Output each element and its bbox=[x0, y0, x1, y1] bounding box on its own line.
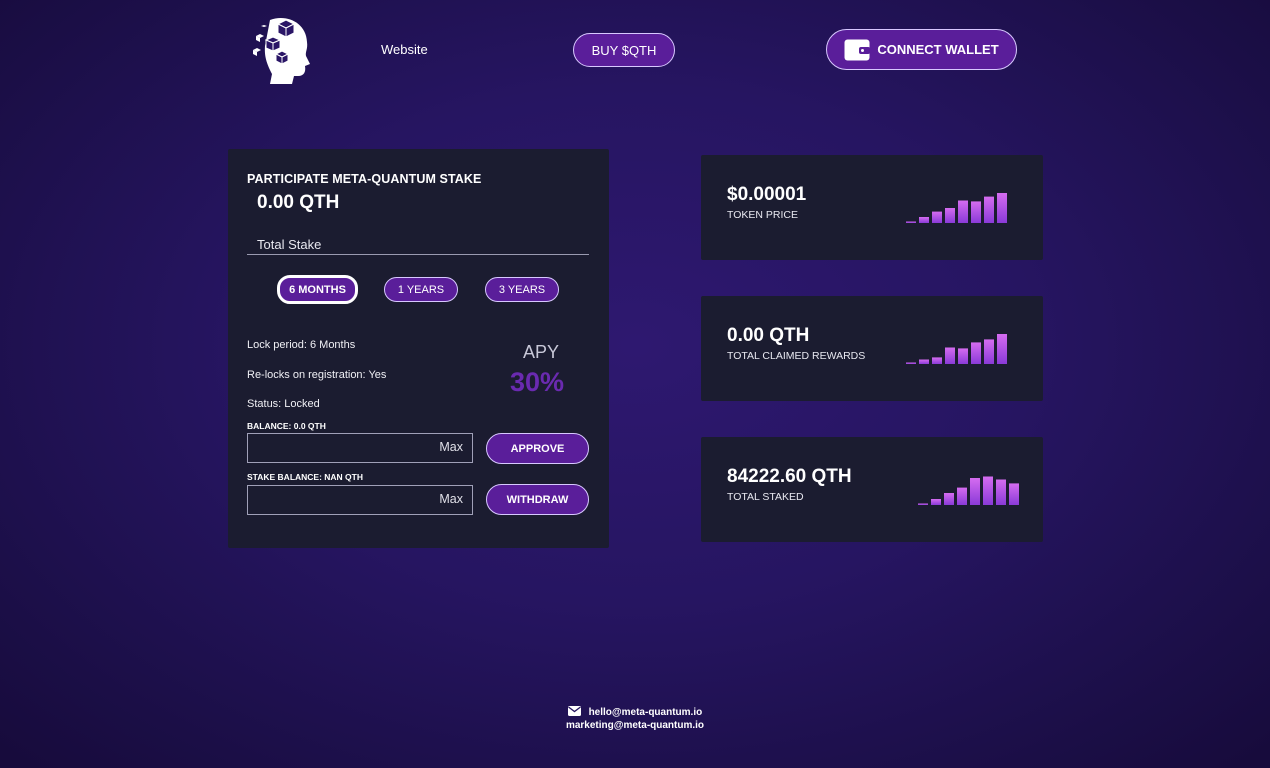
website-link[interactable]: Website bbox=[381, 42, 428, 57]
chart-bar bbox=[906, 362, 916, 364]
meta-quantum-logo[interactable] bbox=[250, 14, 312, 84]
withdraw-button[interactable]: WITHDRAW bbox=[486, 484, 589, 515]
stake-card: PARTICIPATE META-QUANTUM STAKE 0.00 QTH … bbox=[228, 149, 609, 548]
approve-button[interactable]: APPROVE bbox=[486, 433, 589, 464]
chart-bar bbox=[971, 201, 981, 223]
chart-bar bbox=[945, 347, 955, 364]
period-6-months-button[interactable]: 6 MONTHS bbox=[277, 275, 358, 304]
stake-card-title: PARTICIPATE META-QUANTUM STAKE bbox=[247, 172, 482, 186]
period-3-years-button[interactable]: 3 YEARS bbox=[485, 277, 559, 302]
total-stake-label: Total Stake bbox=[257, 237, 322, 252]
chart-bar bbox=[918, 503, 928, 505]
chart-bar bbox=[919, 217, 929, 223]
chart-bar bbox=[997, 334, 1007, 364]
bar-chart-icon bbox=[918, 476, 1019, 505]
divider bbox=[247, 254, 589, 255]
chart-bar bbox=[997, 193, 1007, 223]
mail-icon bbox=[567, 706, 581, 716]
chart-bar bbox=[970, 478, 980, 505]
token-price-label: TOKEN PRICE bbox=[727, 209, 798, 221]
email-hello-link[interactable]: hello@meta-quantum.io bbox=[589, 707, 703, 718]
lock-period-text: Lock period: 6 Months bbox=[247, 339, 356, 351]
chart-bar bbox=[958, 200, 968, 223]
chart-bar bbox=[984, 196, 994, 223]
chart-bar bbox=[931, 499, 941, 505]
max-button[interactable]: Max bbox=[439, 492, 463, 506]
chart-bar bbox=[971, 342, 981, 364]
claimed-rewards-label: TOTAL CLAIMED REWARDS bbox=[727, 350, 866, 362]
balance-label: BALANCE: 0.0 QTH bbox=[247, 421, 326, 431]
period-1-years-button[interactable]: 1 YEARS bbox=[384, 277, 458, 302]
claimed-rewards-card: 0.00 QTH TOTAL CLAIMED REWARDS bbox=[701, 296, 1043, 401]
chart-bar bbox=[983, 476, 993, 505]
wallet-icon bbox=[844, 39, 871, 60]
chart-bar bbox=[996, 479, 1006, 505]
stake-amount: 0.00 QTH bbox=[257, 192, 340, 213]
max-button[interactable]: Max bbox=[439, 440, 463, 454]
status-text: Status: Locked bbox=[247, 398, 320, 410]
chart-bar bbox=[958, 348, 968, 364]
buy-qth-button[interactable]: BUY $QTH bbox=[573, 33, 675, 67]
chart-bar bbox=[932, 211, 942, 223]
total-staked-label: TOTAL STAKED bbox=[727, 491, 804, 503]
chart-bar bbox=[944, 493, 954, 505]
bar-chart-icon bbox=[906, 193, 1007, 223]
footer-email-secondary: marketing@meta-quantum.io bbox=[0, 720, 1270, 731]
apy-value: 30% bbox=[510, 367, 565, 397]
email-marketing-link[interactable]: marketing@meta-quantum.io bbox=[566, 720, 704, 731]
connect-wallet-button[interactable]: CONNECT WALLET bbox=[826, 29, 1017, 70]
claimed-rewards-value: 0.00 QTH bbox=[727, 325, 810, 346]
chart-bar bbox=[919, 359, 929, 364]
total-staked-card: 84222.60 QTH TOTAL STAKED bbox=[701, 437, 1043, 542]
withdraw-amount-input[interactable]: Max bbox=[247, 485, 473, 515]
apy-label: APY bbox=[523, 342, 560, 362]
footer-email-primary: hello@meta-quantum.io bbox=[0, 706, 1270, 718]
token-price-value: $0.00001 bbox=[727, 184, 807, 205]
stake-balance-label: STAKE BALANCE: NAN QTH bbox=[247, 472, 364, 482]
stake-amount-input[interactable]: Max bbox=[247, 433, 473, 463]
chart-bar bbox=[957, 487, 967, 505]
connect-wallet-label: CONNECT WALLET bbox=[877, 42, 999, 57]
chart-bar bbox=[984, 339, 994, 364]
relocks-text: Re-locks on registration: Yes bbox=[247, 369, 387, 381]
total-staked-value: 84222.60 QTH bbox=[727, 466, 852, 487]
chart-bar bbox=[1009, 483, 1019, 505]
bar-chart-icon bbox=[906, 334, 1007, 364]
chart-bar bbox=[945, 208, 955, 223]
token-price-card: $0.00001 TOKEN PRICE bbox=[701, 155, 1043, 260]
chart-bar bbox=[932, 357, 942, 364]
chart-bar bbox=[906, 221, 916, 223]
